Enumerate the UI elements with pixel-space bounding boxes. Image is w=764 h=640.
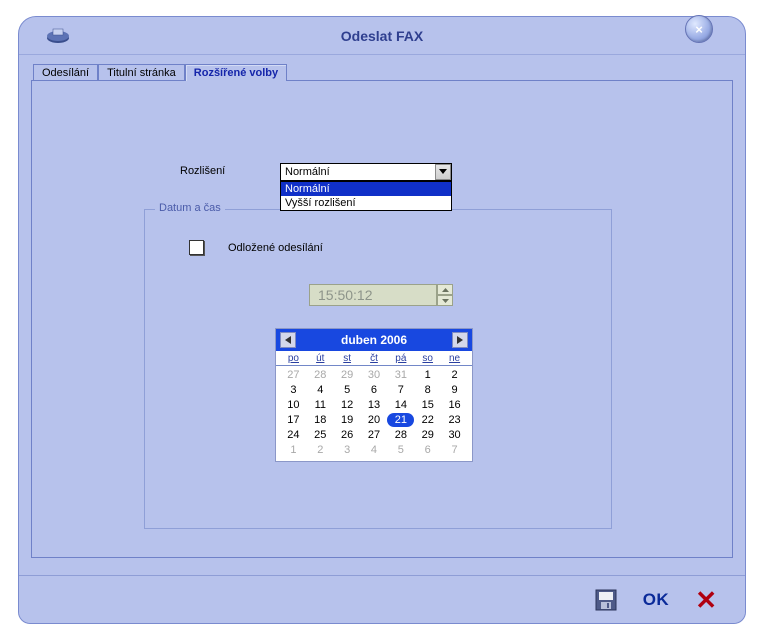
calendar-day[interactable]: 27 [280,368,307,382]
calendar-header: duben 2006 [276,329,472,351]
calendar-day[interactable]: 30 [361,368,388,382]
dialog-buttons: OK ✕ [19,575,745,623]
calendar-day[interactable]: 2 [441,368,468,382]
calendar-day[interactable]: 11 [307,398,334,412]
calendar-day[interactable]: 29 [414,428,441,442]
tabs: Odesílání Titulní stránka Rozšířené volb… [19,55,745,80]
calendar-day[interactable]: 1 [414,368,441,382]
ok-button[interactable]: OK [643,590,670,610]
calendar-day[interactable]: 12 [334,398,361,412]
calendar-day[interactable]: 8 [414,383,441,397]
calendar-day[interactable]: 3 [280,383,307,397]
calendar-day[interactable]: 31 [387,368,414,382]
dow-tue: út [307,353,334,364]
tab-advanced[interactable]: Rozšířené volby [185,64,287,81]
resolution-option-high[interactable]: Vyšší rozlišení [281,196,451,210]
calendar-day[interactable]: 29 [334,368,361,382]
calendar-day[interactable]: 15 [414,398,441,412]
time-spinner[interactable]: 15:50:12 [309,284,453,306]
time-value: 15:50:12 [309,284,437,306]
calendar-day[interactable]: 5 [334,383,361,397]
calendar-day[interactable]: 24 [280,428,307,442]
resolution-row: Rozlišení Normální [180,163,452,181]
resolution-combo[interactable]: Normální [280,163,452,181]
calendar-day[interactable]: 25 [307,428,334,442]
dow-sun: ne [441,353,468,364]
delayed-send-checkbox[interactable] [189,240,204,255]
calendar-day[interactable]: 16 [441,398,468,412]
resolution-value: Normální [285,166,330,178]
calendar: duben 2006 po út st čt pá so ne 27282930… [275,328,473,462]
calendar-day[interactable]: 21 [387,413,414,427]
title-bar: Odeslat FAX [19,17,745,55]
calendar-day[interactable]: 27 [361,428,388,442]
printer-icon [45,27,71,48]
calendar-day[interactable]: 6 [414,443,441,457]
calendar-day[interactable]: 5 [387,443,414,457]
time-up-button[interactable] [437,284,453,295]
chevron-down-icon[interactable] [435,164,451,180]
calendar-prev-button[interactable] [280,332,296,348]
resolution-option-normal[interactable]: Normální [281,182,451,196]
calendar-day[interactable]: 7 [387,383,414,397]
calendar-day[interactable]: 26 [334,428,361,442]
datetime-legend: Datum a čas [155,202,225,214]
cancel-button[interactable]: ✕ [695,587,717,613]
dow-fri: pá [387,353,414,364]
datetime-group: Datum a čas Odložené odesílání 15:50:12 [144,209,612,529]
resolution-dropdown-list: Normální Vyšší rozlišení [280,181,452,211]
fax-dialog: × Odeslat FAX Odesílání Titulní stránka … [18,16,746,624]
calendar-day[interactable]: 18 [307,413,334,427]
calendar-day[interactable]: 14 [387,398,414,412]
calendar-day[interactable]: 3 [334,443,361,457]
calendar-day[interactable]: 7 [441,443,468,457]
dow-thu: čt [361,353,388,364]
calendar-day[interactable]: 20 [361,413,388,427]
tab-cover-page[interactable]: Titulní stránka [98,64,185,81]
calendar-day[interactable]: 23 [441,413,468,427]
delayed-send-row: Odložené odesílání [189,240,323,255]
calendar-day[interactable]: 9 [441,383,468,397]
calendar-day[interactable]: 2 [307,443,334,457]
tab-send[interactable]: Odesílání [33,64,98,81]
calendar-day[interactable]: 1 [280,443,307,457]
calendar-dow-row: po út st čt pá so ne [276,351,472,366]
calendar-day[interactable]: 30 [441,428,468,442]
calendar-title: duben 2006 [341,333,407,347]
window-title: Odeslat FAX [341,28,423,44]
dow-wed: st [334,353,361,364]
calendar-day[interactable]: 6 [361,383,388,397]
calendar-day[interactable]: 17 [280,413,307,427]
calendar-day[interactable]: 28 [387,428,414,442]
resolution-label: Rozlišení [180,163,280,177]
time-down-button[interactable] [437,295,453,306]
delayed-send-label: Odložené odesílání [228,242,323,254]
calendar-day[interactable]: 19 [334,413,361,427]
tab-panel-advanced: Rozlišení Normální Normální Vyšší rozliš… [31,80,733,558]
calendar-day[interactable]: 4 [361,443,388,457]
calendar-next-button[interactable] [452,332,468,348]
calendar-day[interactable]: 13 [361,398,388,412]
dow-sat: so [414,353,441,364]
calendar-day[interactable]: 28 [307,368,334,382]
dow-mon: po [280,353,307,364]
calendar-day[interactable]: 22 [414,413,441,427]
calendar-day[interactable]: 10 [280,398,307,412]
calendar-grid: 2728293031123456789101112131415161718192… [276,366,472,461]
save-button[interactable] [595,589,617,611]
calendar-day[interactable]: 4 [307,383,334,397]
